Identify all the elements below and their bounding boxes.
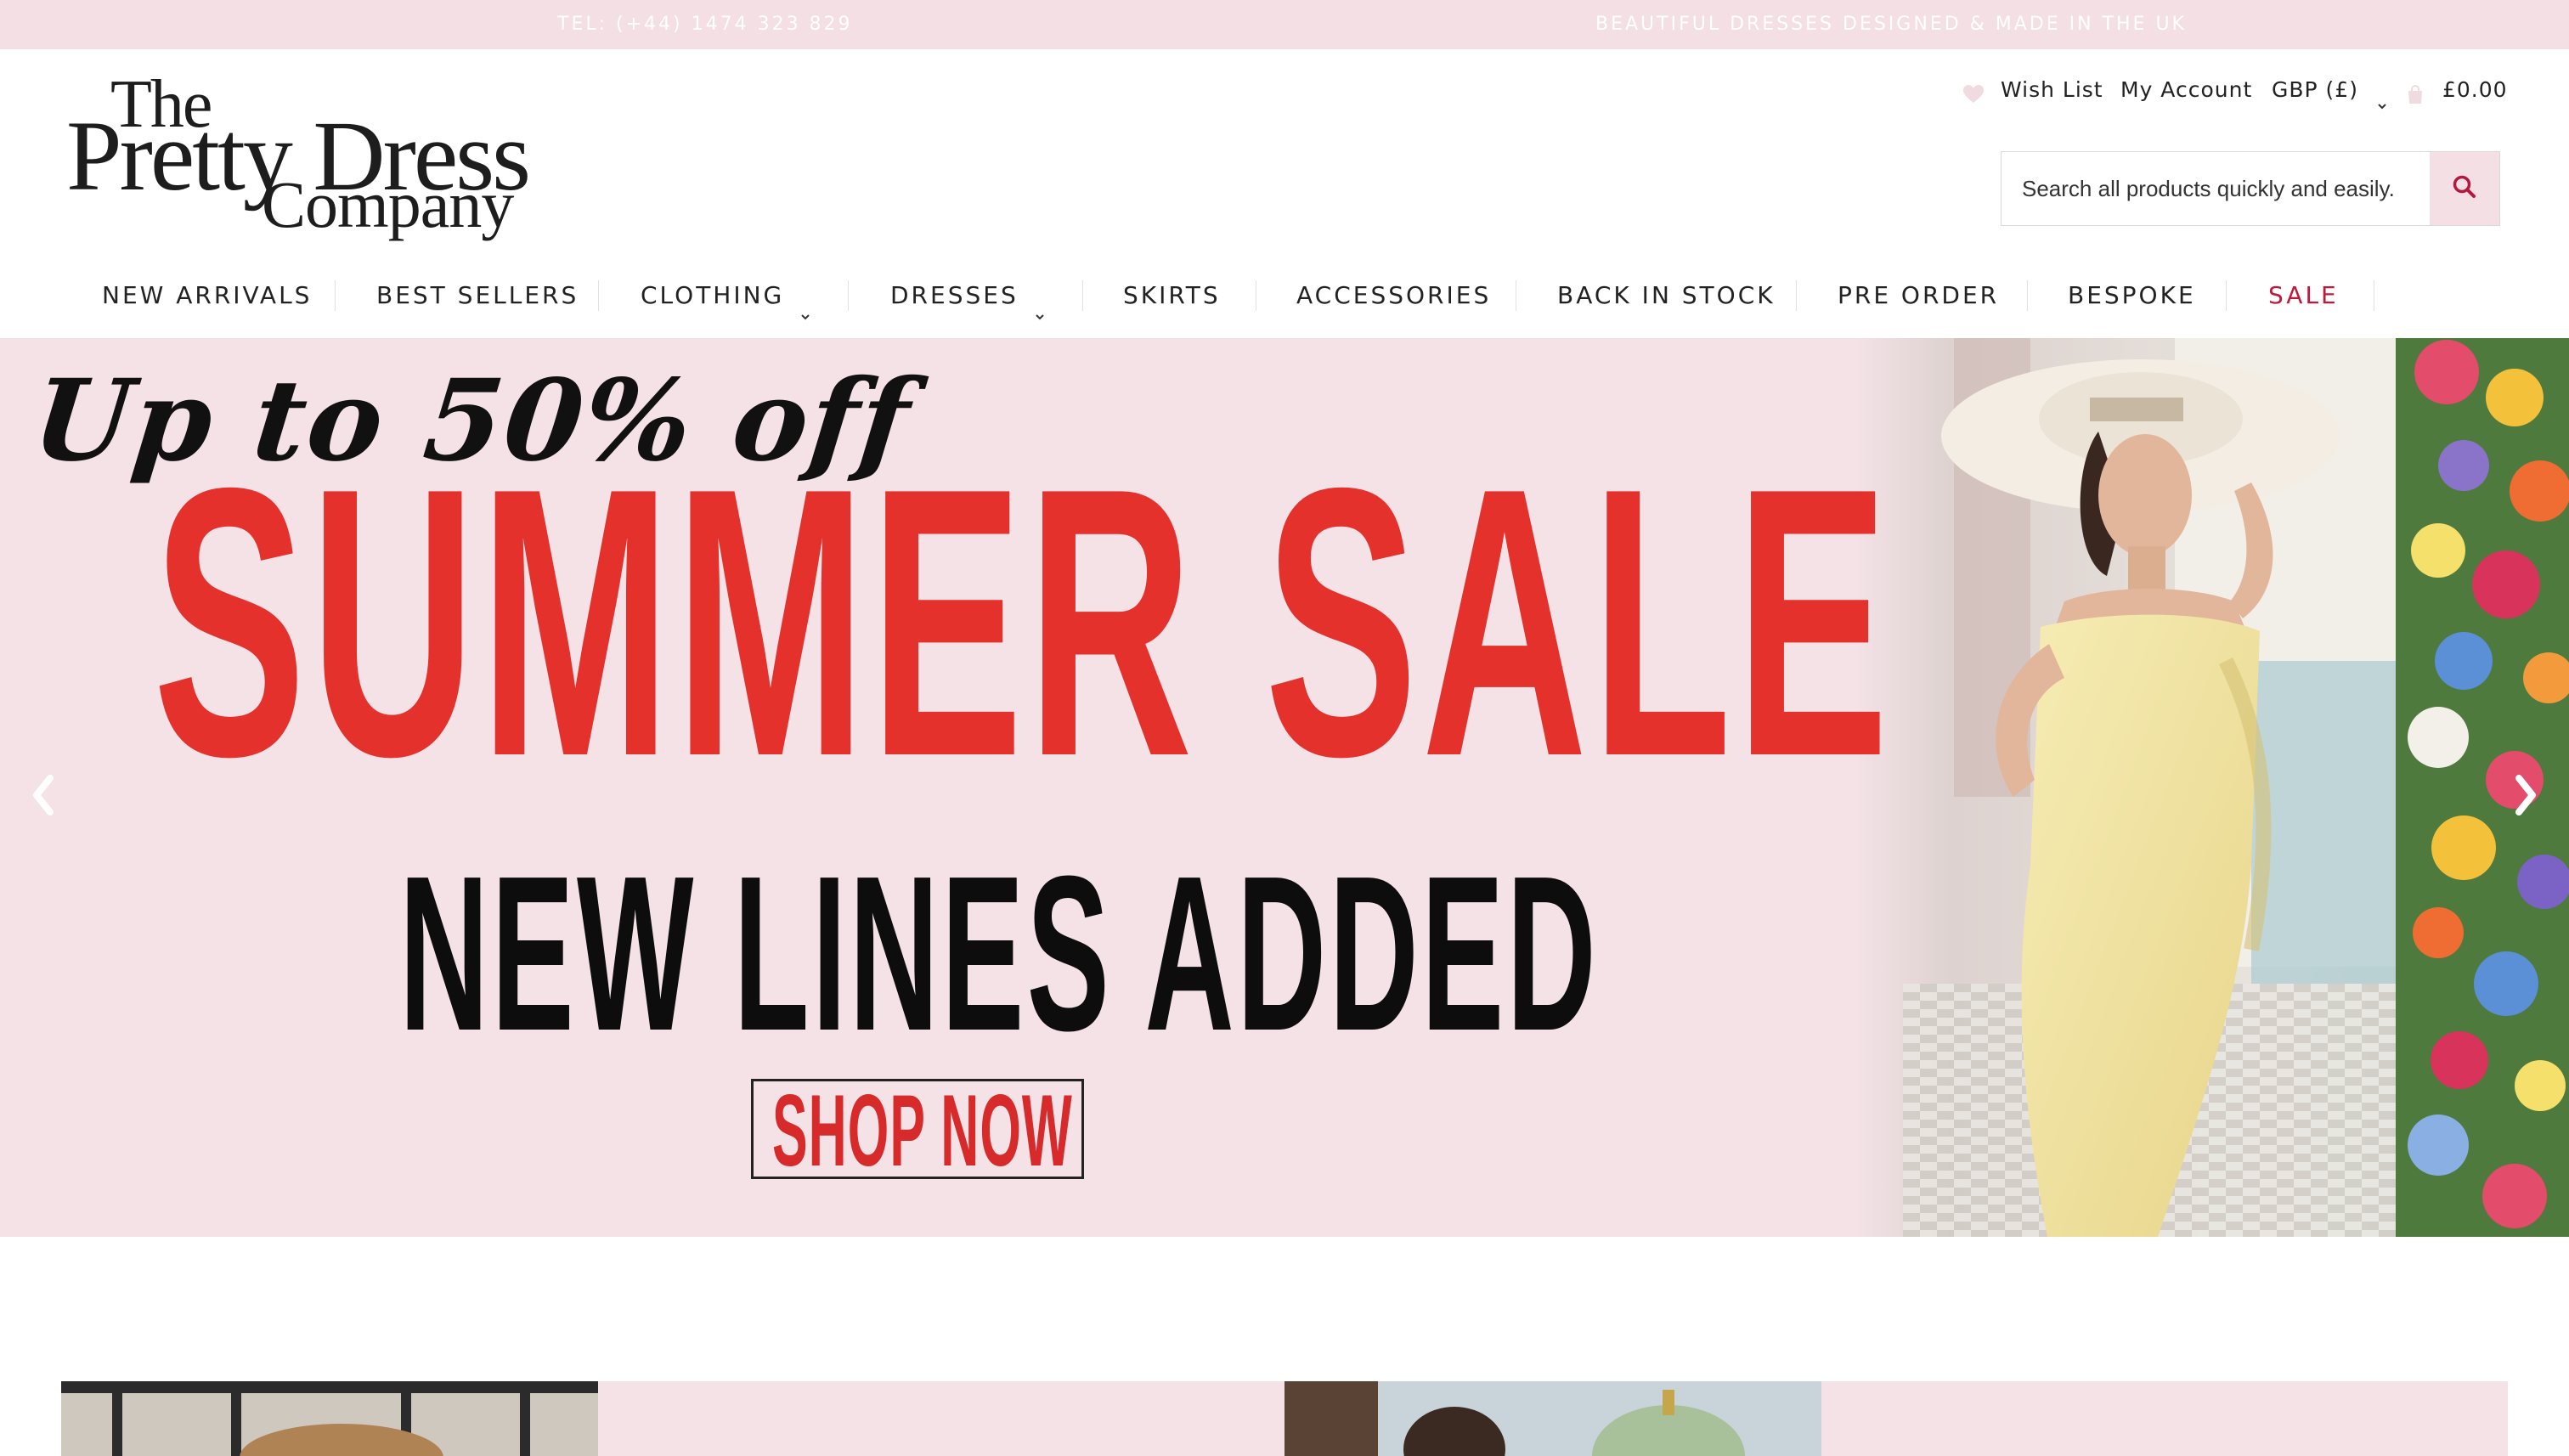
promo-headline: SUMMER SALE	[153, 409, 1893, 836]
carousel-prev-button[interactable]	[22, 763, 65, 831]
nav-clothing[interactable]: CLOTHING	[641, 272, 811, 320]
nav-divider	[2027, 280, 2028, 311]
wishlist-link[interactable]: Wish List	[1962, 73, 2103, 107]
phone-number[interactable]: TEL: (+44) 1474 323 829	[557, 0, 853, 49]
logo-line-3: Company	[262, 167, 514, 241]
nav-dresses-label: DRESSES	[890, 281, 1019, 309]
nav-divider	[598, 280, 599, 311]
site-logo[interactable]: The Pretty Dress Company	[66, 66, 531, 245]
search-bar	[2001, 151, 2500, 226]
nav-divider	[1796, 280, 1797, 311]
nav-divider	[335, 280, 336, 311]
main-navigation: NEW ARRIVALS BEST SELLERS CLOTHING DRESS…	[0, 272, 2569, 320]
carousel-next-button[interactable]	[2504, 763, 2547, 831]
my-account-link[interactable]: My Account	[2120, 73, 2252, 107]
nav-sale[interactable]: SALE	[2268, 272, 2339, 319]
cart-link[interactable]: £0.00	[2406, 73, 2508, 107]
hero-banner[interactable]: Up to 50% off SUMMER SALE NEW LINES ADDE…	[0, 338, 2569, 1237]
nav-divider	[2226, 280, 2227, 311]
chevron-down-icon	[2376, 87, 2388, 110]
currency-selector[interactable]: GBP (£)	[2272, 73, 2388, 110]
cart-total: £0.00	[2442, 77, 2508, 102]
nav-back-in-stock[interactable]: BACK IN STOCK	[1557, 272, 1776, 319]
nav-divider	[848, 280, 849, 311]
search-input[interactable]	[2002, 152, 2430, 225]
top-announcement-bar: TEL: (+44) 1474 323 829 BEAUTIFUL DRESSE…	[0, 0, 2569, 49]
chevron-down-icon	[1034, 290, 1046, 320]
search-button[interactable]	[2430, 152, 2499, 225]
nav-skirts[interactable]: SKIRTS	[1123, 272, 1221, 319]
wishlist-label: Wish List	[2000, 77, 2103, 102]
tagline: BEAUTIFUL DRESSES DESIGNED & MADE IN THE…	[1595, 14, 2187, 35]
nav-pre-order[interactable]: PRE ORDER	[1838, 272, 1999, 319]
chevron-right-icon	[2509, 770, 2543, 824]
promo-tile-image[interactable]	[61, 1381, 598, 1456]
chevron-down-icon	[799, 290, 811, 320]
nav-clothing-label: CLOTHING	[641, 281, 785, 309]
nav-dresses[interactable]: DRESSES	[890, 272, 1046, 320]
nav-accessories[interactable]: ACCESSORIES	[1296, 272, 1491, 319]
nav-bespoke[interactable]: BESPOKE	[2068, 272, 2196, 319]
category-promo-row	[61, 1381, 2508, 1456]
nav-divider	[1082, 280, 1083, 311]
chevron-left-icon	[26, 770, 60, 824]
shop-now-label: SHOP NOW	[772, 1079, 1073, 1179]
currency-label: GBP (£)	[2272, 77, 2358, 102]
shop-now-button[interactable]: SHOP NOW	[751, 1079, 1084, 1179]
my-account-label: My Account	[2120, 77, 2253, 102]
search-icon	[2452, 174, 2477, 203]
promo-subheadline: NEW LINES ADDED	[399, 831, 1600, 1077]
nav-best-sellers[interactable]: BEST SELLERS	[376, 272, 579, 319]
promo-tile-image[interactable]	[1284, 1381, 1821, 1456]
nav-new-arrivals[interactable]: NEW ARRIVALS	[102, 272, 312, 319]
hero-model-photo	[1852, 338, 2569, 1237]
heart-icon	[1962, 81, 1985, 103]
bag-icon	[2406, 81, 2425, 104]
